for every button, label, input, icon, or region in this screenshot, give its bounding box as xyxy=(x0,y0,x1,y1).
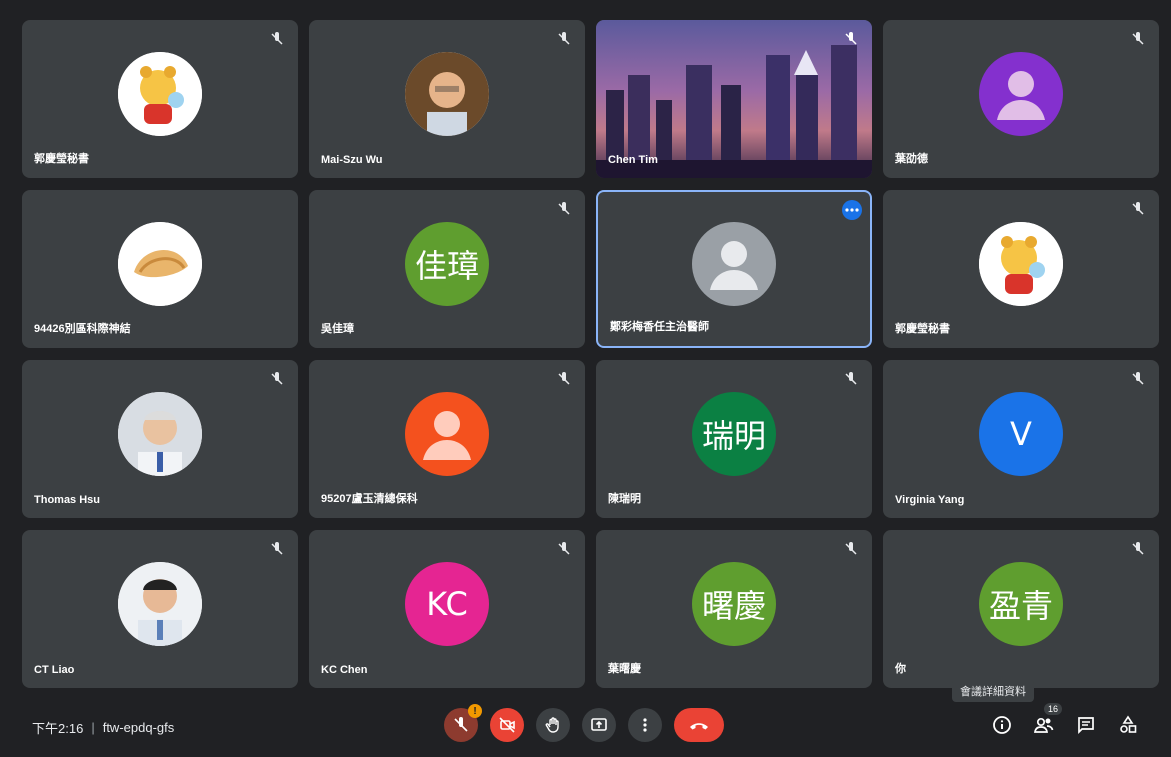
participant-name: KC Chen xyxy=(321,664,368,676)
initials-avatar: KC xyxy=(405,561,489,646)
more-options-button[interactable] xyxy=(628,708,662,742)
chat-button[interactable] xyxy=(1074,713,1098,737)
pooh-avatar xyxy=(118,51,202,136)
initials-avatar: 盈青 xyxy=(979,561,1063,646)
mic-off-icon xyxy=(454,717,468,732)
meeting-code: ftw-epdq-gfs xyxy=(102,720,175,735)
meeting-info: 下午2:16 | ftw-epdq-gfs xyxy=(32,718,174,737)
initials-avatar: 曙慶 xyxy=(692,561,776,646)
meeting-details-tooltip: 會議詳細資料 xyxy=(952,680,1034,702)
mic-off-icon xyxy=(271,32,283,45)
participant-name: Chen Tim xyxy=(608,154,658,166)
participant-name: 鄭彩梅香任主治醫師 xyxy=(610,321,709,333)
participant-name: 葉曙慶 xyxy=(608,663,641,675)
mic-off-icon xyxy=(845,542,857,555)
more-options-icon[interactable] xyxy=(842,200,862,220)
present-screen-button[interactable] xyxy=(582,708,616,742)
mic-off-icon xyxy=(558,202,570,215)
participant-tile-self[interactable]: 盈青 你 xyxy=(883,530,1159,688)
participant-tile[interactable]: Chen Tim xyxy=(596,20,872,178)
fortune-cookie-avatar xyxy=(118,221,202,306)
hand-icon xyxy=(545,717,559,733)
activities-button[interactable] xyxy=(1116,713,1140,737)
mic-off-icon xyxy=(558,372,570,385)
mic-off-icon xyxy=(1132,202,1144,215)
participant-tile[interactable]: Mai-Szu Wu xyxy=(309,20,585,178)
person-photo xyxy=(118,561,202,646)
people-icon xyxy=(1034,717,1054,733)
participant-tile[interactable]: 郭慶瑩秘書 xyxy=(883,190,1159,348)
participant-tile[interactable]: 瑞明 陳瑞明 xyxy=(596,360,872,518)
mic-off-icon xyxy=(558,32,570,45)
people-button[interactable]: 16 xyxy=(1032,703,1062,737)
meeting-details-button[interactable] xyxy=(990,713,1014,737)
participant-tile[interactable]: CT Liao xyxy=(22,530,298,688)
person-photo xyxy=(118,391,202,476)
participant-name: Virginia Yang xyxy=(895,494,965,506)
initials-avatar: V xyxy=(979,391,1063,476)
people-count-badge: 16 xyxy=(1043,703,1062,715)
participant-name: 郭慶瑩秘書 xyxy=(34,153,89,165)
default-avatar-icon xyxy=(692,221,776,306)
call-controls: ! xyxy=(444,704,724,742)
participant-tile[interactable]: 佳璋 吳佳璋 xyxy=(309,190,585,348)
participant-name: 陳瑞明 xyxy=(608,493,641,505)
participant-tile[interactable]: V Virginia Yang xyxy=(883,360,1159,518)
initials-avatar: 瑞明 xyxy=(692,391,776,476)
pooh-avatar xyxy=(979,221,1063,306)
mic-off-icon xyxy=(271,372,283,385)
present-icon xyxy=(591,718,607,731)
warning-badge: ! xyxy=(468,704,482,718)
participant-tile[interactable]: 曙慶 葉曙慶 xyxy=(596,530,872,688)
participant-name: 95207盧玉清總保科 xyxy=(321,493,418,505)
mic-off-icon xyxy=(845,372,857,385)
leave-call-button[interactable] xyxy=(674,708,724,742)
separator: | xyxy=(91,720,95,735)
participant-tile[interactable]: Thomas Hsu xyxy=(22,360,298,518)
mic-off-icon xyxy=(271,542,283,555)
default-avatar-icon xyxy=(405,391,489,476)
default-avatar-icon xyxy=(979,51,1063,136)
camera-off-icon xyxy=(499,717,515,733)
participant-name: 你 xyxy=(895,663,906,675)
participant-name: CT Liao xyxy=(34,664,75,676)
mic-off-icon xyxy=(845,32,857,45)
participant-tile[interactable]: 葉劭德 xyxy=(883,20,1159,178)
participant-tile[interactable]: 94426別區科際神結 xyxy=(22,190,298,348)
camera-toggle-button[interactable] xyxy=(490,708,524,742)
info-icon xyxy=(993,716,1011,734)
person-photo xyxy=(405,51,489,136)
activities-icon xyxy=(1120,715,1137,733)
bottom-bar: 下午2:16 | ftw-epdq-gfs ! 16 xyxy=(0,700,1171,757)
meeting-time: 下午2:16 xyxy=(32,721,84,736)
participant-name: 葉劭德 xyxy=(895,153,928,165)
participant-name: 94426別區科際神結 xyxy=(34,323,131,335)
participant-tile[interactable]: 95207盧玉清總保科 xyxy=(309,360,585,518)
participant-tile[interactable]: KC KC Chen xyxy=(309,530,585,688)
mic-off-icon xyxy=(1132,32,1144,45)
more-vert-icon xyxy=(643,718,647,732)
participant-name: Thomas Hsu xyxy=(34,494,101,506)
hang-up-icon xyxy=(690,723,708,730)
mic-off-icon xyxy=(558,542,570,555)
initials-avatar: 佳璋 xyxy=(405,221,489,306)
participant-name: 郭慶瑩秘書 xyxy=(895,323,950,335)
mic-off-icon xyxy=(1132,372,1144,385)
participant-name: Mai-Szu Wu xyxy=(321,154,383,166)
participant-tile-active[interactable]: 鄭彩梅香任主治醫師 xyxy=(596,190,872,348)
mic-off-icon xyxy=(1132,542,1144,555)
raise-hand-button[interactable] xyxy=(536,708,570,742)
participant-name: 吳佳璋 xyxy=(321,323,354,335)
mic-toggle-button[interactable]: ! xyxy=(444,704,482,742)
participant-grid: 郭慶瑩秘書 Mai-Szu Wu Chen Tim 葉劭德 94426別區科際神… xyxy=(22,20,1159,690)
side-panel-controls: 16 xyxy=(990,703,1140,737)
chat-icon xyxy=(1078,717,1094,735)
participant-tile[interactable]: 郭慶瑩秘書 xyxy=(22,20,298,178)
